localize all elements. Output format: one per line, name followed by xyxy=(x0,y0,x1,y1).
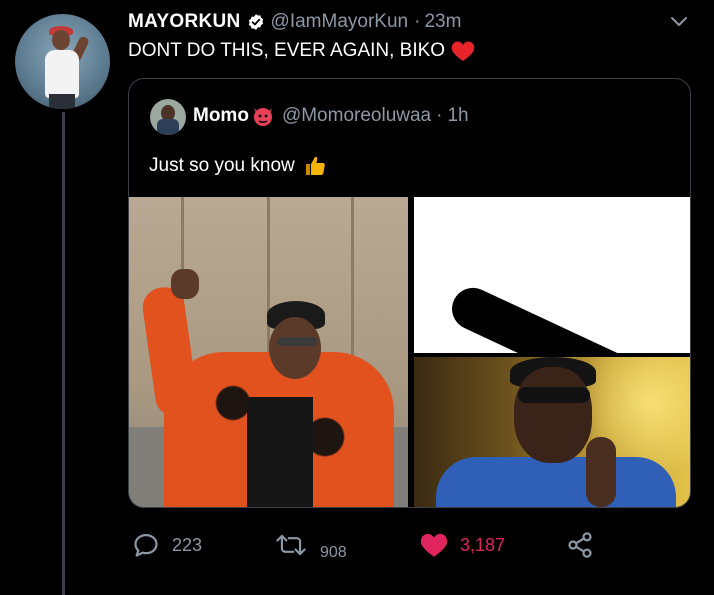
author-handle[interactable]: @IamMayorKun xyxy=(271,11,409,33)
retweet-count: 908 xyxy=(320,544,347,561)
quoted-tweet-header: Momo @Momoreoluwaa · 1h xyxy=(193,105,469,127)
tweet-body: DONT DO THIS, EVER AGAIN, BIKO xyxy=(128,40,446,61)
quoted-avatar-body xyxy=(157,119,179,135)
reply-icon xyxy=(134,533,158,557)
quoted-author-handle[interactable]: @Momoreoluwaa xyxy=(282,105,431,127)
tweet-time[interactable]: 23m xyxy=(424,11,461,33)
media-photo-1[interactable] xyxy=(129,197,408,507)
like-count: 3,187 xyxy=(460,534,506,555)
chevron-down-icon[interactable] xyxy=(667,10,691,34)
separator-dot: · xyxy=(414,11,421,32)
tweet-actions-bar: 223 908 3,187 xyxy=(128,528,698,562)
head xyxy=(269,317,321,379)
tweet-header: MAYORKUN @IamMayorKun · 23m xyxy=(128,10,461,34)
devil-emoji xyxy=(252,105,274,127)
author-name[interactable]: MAYORKUN xyxy=(128,11,241,33)
black-stroke xyxy=(445,280,654,353)
quoted-tweet-time[interactable]: 1h xyxy=(447,105,468,127)
quoted-tweet-body: Just so you know xyxy=(149,155,295,176)
head xyxy=(514,367,592,463)
quoted-tweet-text: Just so you know xyxy=(149,154,327,178)
verified-badge-icon xyxy=(247,13,265,31)
reply-button[interactable]: 223 xyxy=(132,528,202,562)
hand xyxy=(171,269,199,299)
thumbs-up-emoji xyxy=(303,154,327,178)
separator-dot: · xyxy=(436,105,443,126)
heart-icon xyxy=(420,533,448,557)
sunglasses xyxy=(518,387,590,403)
author-avatar[interactable] xyxy=(15,14,110,109)
media-photo-2[interactable] xyxy=(414,197,690,353)
quoted-media-grid[interactable] xyxy=(129,197,690,507)
tweet-text: DONT DO THIS, EVER AGAIN, BIKO xyxy=(128,40,475,62)
avatar-body xyxy=(45,50,79,98)
quoted-author-avatar[interactable] xyxy=(150,99,186,135)
media-photo-3[interactable] xyxy=(414,357,690,507)
quoted-tweet-card[interactable]: Momo @Momoreoluwaa · 1h Just so you know xyxy=(128,78,691,508)
quoted-author-name[interactable]: Momo xyxy=(193,105,249,127)
thread-connector-line xyxy=(62,112,65,595)
red-heart-emoji xyxy=(451,40,475,62)
blue-shirt xyxy=(436,457,676,507)
retweet-button[interactable]: 908 xyxy=(274,528,347,562)
folded-hands xyxy=(586,437,616,507)
avatar-legs xyxy=(49,94,75,109)
share-button[interactable] xyxy=(566,528,594,562)
share-icon xyxy=(568,532,592,558)
avatar-head xyxy=(52,30,70,50)
retweet-icon xyxy=(276,534,306,556)
black-shirt xyxy=(247,397,313,507)
reply-count: 223 xyxy=(172,534,203,555)
sunglasses xyxy=(277,337,317,346)
like-button[interactable]: 3,187 xyxy=(420,528,505,562)
